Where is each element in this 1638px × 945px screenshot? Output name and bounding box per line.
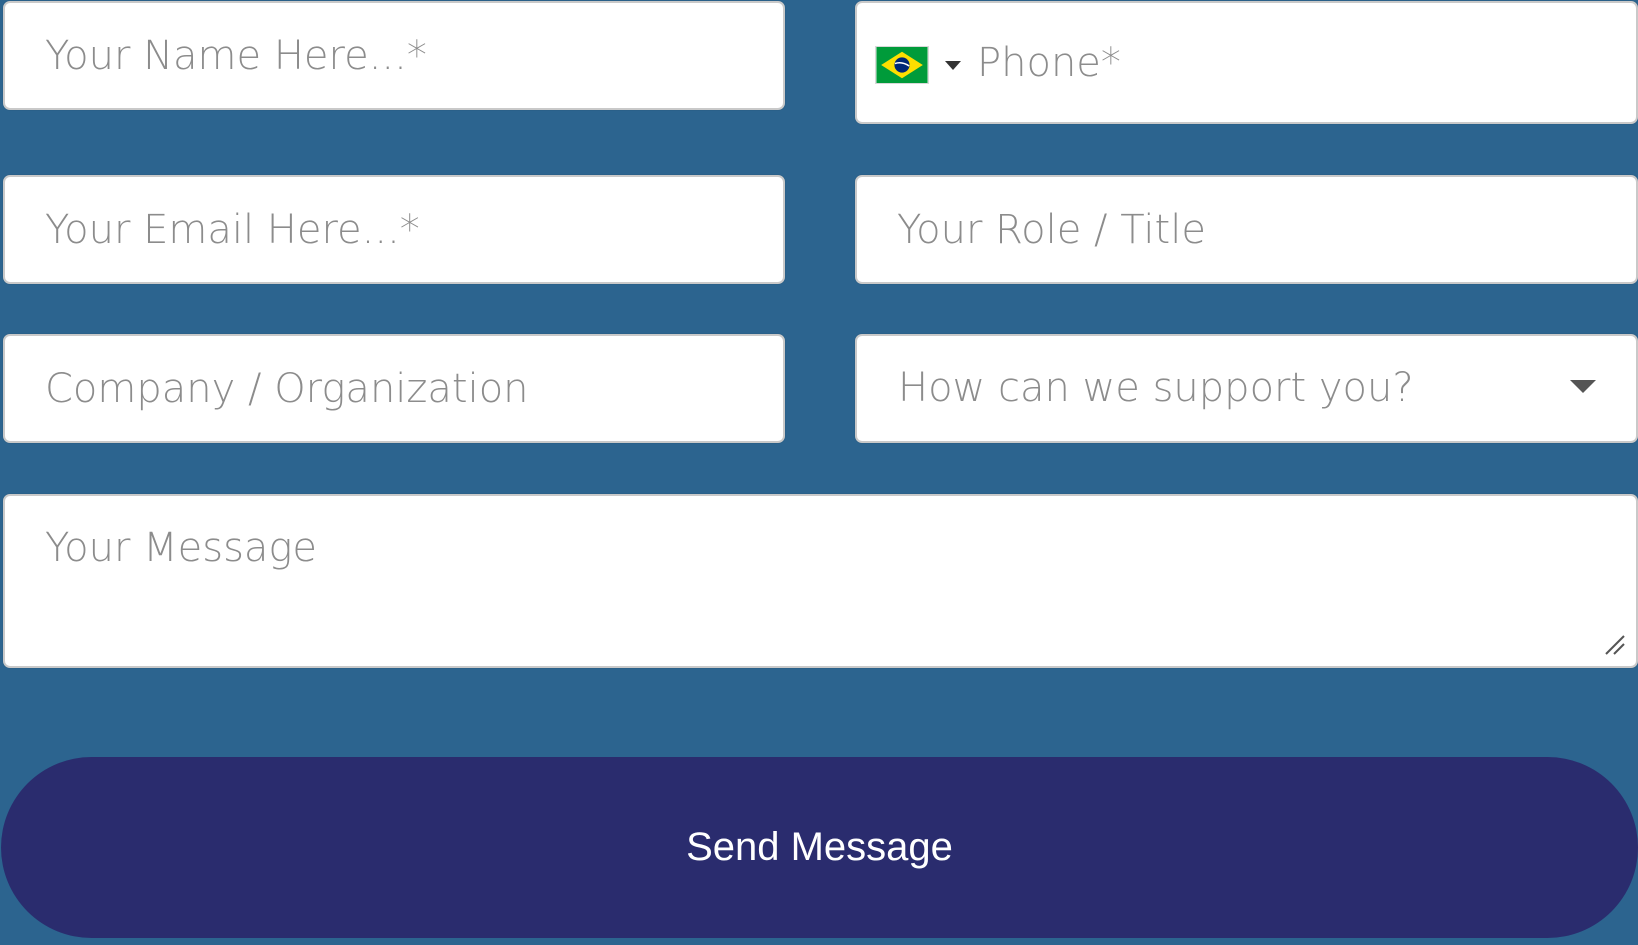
send-message-button[interactable]: Send Message — [1, 757, 1638, 938]
country-selector[interactable] — [875, 41, 975, 89]
email-input[interactable] — [3, 175, 785, 284]
name-input[interactable] — [3, 1, 785, 110]
company-input[interactable] — [3, 334, 785, 443]
chevron-down-icon — [1570, 380, 1596, 393]
support-select[interactable]: How can we support you? — [855, 334, 1638, 443]
phone-field — [855, 1, 1638, 124]
support-select-value: How can we support you? — [898, 365, 1414, 411]
phone-input[interactable] — [977, 3, 1617, 122]
chevron-down-icon — [945, 60, 961, 70]
message-textarea[interactable] — [3, 494, 1638, 668]
role-title-input[interactable] — [855, 175, 1638, 284]
brazil-flag-icon — [875, 46, 929, 84]
